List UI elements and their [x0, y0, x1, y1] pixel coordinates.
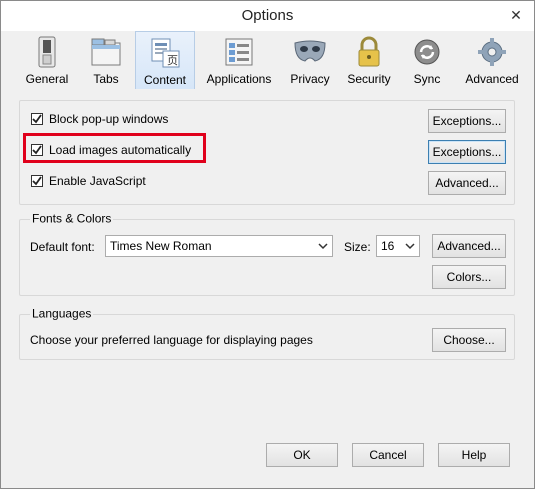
default-font-select[interactable]: Times New Roman — [105, 235, 333, 257]
fonts-advanced-button[interactable]: Advanced... — [432, 234, 506, 258]
tab-content[interactable]: 页 Content — [135, 31, 195, 89]
load-images-highlight — [23, 133, 206, 163]
tab-applications[interactable]: Applications — [201, 31, 277, 89]
tabs-window-icon — [89, 35, 123, 69]
size-label: Size: — [344, 240, 371, 254]
close-icon: ✕ — [510, 6, 522, 23]
default-font-label: Default font: — [30, 240, 95, 254]
block-popups-row[interactable]: Block pop-up windows — [31, 111, 168, 127]
tab-advanced[interactable]: Advanced — [459, 31, 525, 89]
tab-general-label: General — [25, 72, 69, 86]
colors-button[interactable]: Colors... — [432, 265, 506, 289]
title-bar: Options ✕ — [1, 1, 534, 31]
font-size-select[interactable]: 16 — [376, 235, 420, 257]
choose-language-button[interactable]: Choose... — [432, 328, 506, 352]
default-font-value: Times New Roman — [110, 239, 212, 253]
sync-arrows-icon — [410, 35, 444, 69]
tab-advanced-label: Advanced — [465, 72, 519, 86]
advanced-gear-icon — [475, 35, 509, 69]
ok-button[interactable]: OK — [266, 443, 338, 467]
block-popups-checkbox[interactable] — [31, 113, 43, 125]
languages-group: Languages Choose your preferred language… — [19, 306, 515, 360]
enable-js-checkbox[interactable] — [31, 175, 43, 187]
languages-description: Choose your preferred language for displ… — [30, 333, 313, 347]
content-page-icon: 页 — [148, 36, 182, 70]
font-size-value: 16 — [381, 239, 395, 253]
tab-privacy-label: Privacy — [290, 72, 330, 86]
chevron-down-icon — [318, 243, 328, 250]
general-switch-icon — [30, 35, 64, 69]
security-lock-icon — [352, 35, 386, 69]
js-advanced-button[interactable]: Advanced... — [428, 171, 506, 195]
cancel-button[interactable]: Cancel — [352, 443, 424, 467]
svg-text:页: 页 — [167, 54, 178, 67]
tab-general[interactable]: General — [15, 31, 79, 89]
tab-security[interactable]: Security — [341, 31, 397, 89]
checkmark-icon — [32, 114, 42, 124]
tab-tabs[interactable]: Tabs — [81, 31, 131, 89]
chevron-down-icon — [405, 243, 415, 250]
tab-privacy[interactable]: Privacy — [283, 31, 337, 89]
applications-list-icon — [222, 35, 256, 69]
window-title: Options — [241, 7, 294, 24]
help-button[interactable]: Help — [438, 443, 510, 467]
block-popups-label: Block pop-up windows — [49, 112, 169, 126]
tab-sync-label: Sync — [413, 72, 441, 86]
languages-heading: Languages — [30, 306, 94, 321]
tab-tabs-label: Tabs — [93, 72, 119, 86]
tab-sync[interactable]: Sync — [403, 31, 451, 89]
close-button[interactable]: ✕ — [506, 6, 526, 24]
popup-exceptions-button[interactable]: Exceptions... — [428, 109, 506, 133]
tab-content-label: Content — [143, 73, 187, 87]
privacy-mask-icon — [293, 35, 327, 69]
tab-security-label: Security — [347, 72, 391, 86]
fonts-colors-heading: Fonts & Colors — [30, 211, 114, 226]
options-window: Options ✕ General Tabs 页 Content Applica… — [0, 0, 535, 489]
enable-js-label: Enable JavaScript — [49, 174, 146, 188]
options-toolbar: General Tabs 页 Content Applications Priv… — [1, 31, 534, 89]
checkmark-icon — [32, 176, 42, 186]
enable-js-row[interactable]: Enable JavaScript — [31, 173, 146, 189]
content-panel: Block pop-up windows Exceptions... Load … — [11, 90, 524, 429]
images-exceptions-button[interactable]: Exceptions... — [428, 140, 506, 164]
fonts-colors-group: Fonts & Colors Default font: Times New R… — [19, 211, 515, 296]
tab-applications-label: Applications — [206, 72, 272, 86]
